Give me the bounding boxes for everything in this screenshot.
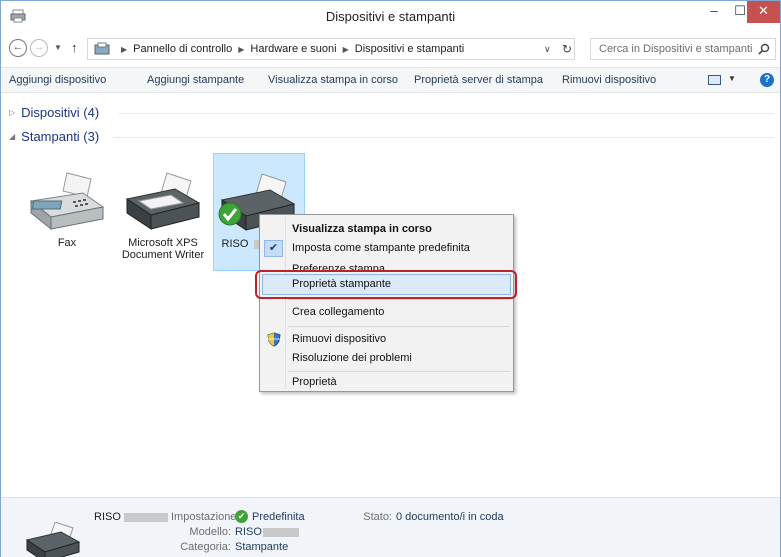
- breadcrumb-hardware-sound[interactable]: Hardware e suoni: [250, 43, 336, 55]
- context-menu: Visualizza stampa in corso ✔ Imposta com…: [259, 214, 514, 392]
- collapse-triangle-icon[interactable]: ◢: [9, 132, 15, 141]
- printer-icon: [125, 172, 201, 230]
- address-bar: ← → ▼ ↑ ▶ Pannello di controllo ▶ Hardwa…: [1, 34, 780, 64]
- add-device-button[interactable]: Aggiungi dispositivo: [9, 74, 106, 86]
- address-dropdown-chevron-icon[interactable]: ∨: [544, 44, 551, 55]
- setting-value: Predefinita: [252, 511, 305, 523]
- add-printer-button[interactable]: Aggiungi stampante: [147, 74, 244, 86]
- view-options-chevron-icon[interactable]: ▼: [728, 74, 736, 83]
- menu-item-troubleshoot[interactable]: Risoluzione dei problemi: [262, 348, 511, 369]
- menu-item-see-whats-printing[interactable]: Visualizza stampa in corso: [262, 219, 511, 240]
- menu-item-label: Rimuovi dispositivo: [292, 333, 387, 345]
- menu-separator: [288, 371, 510, 372]
- group-divider: [113, 137, 774, 138]
- change-view-icon[interactable]: [708, 75, 721, 85]
- breadcrumb-separator-icon[interactable]: ▶: [238, 45, 244, 54]
- model-value: RISO: [235, 526, 262, 538]
- printer-tile-fax[interactable]: Fax: [21, 153, 113, 271]
- help-icon[interactable]: ?: [760, 73, 774, 87]
- breadcrumb: ▶ Pannello di controllo ▶ Hardware e suo…: [115, 43, 464, 55]
- menu-item-create-shortcut[interactable]: Crea collegamento: [262, 302, 511, 323]
- setting-key: Impostazione:: [171, 511, 240, 523]
- group-printers[interactable]: ◢ Stampanti (3): [9, 127, 99, 145]
- checkmark-icon: ✔: [264, 240, 283, 257]
- printer-name: Microsoft XPS Document Writer: [121, 237, 205, 261]
- back-arrow-icon[interactable]: ←: [9, 39, 27, 57]
- printer-name: Fax: [57, 237, 77, 249]
- device-name: RISO: [94, 511, 121, 523]
- breadcrumb-separator-icon[interactable]: ▶: [343, 45, 349, 54]
- details-pane: RISO Impostazione: ✔ Predefinita Stato: …: [1, 497, 780, 557]
- group-devices[interactable]: ▷ Dispositivi (4): [9, 103, 99, 121]
- group-devices-label: Dispositivi (4): [21, 104, 100, 120]
- title-bar: Dispositivi e stampanti – ☐ ✕: [1, 1, 780, 31]
- menu-item-set-default[interactable]: ✔ Imposta come stampante predefinita: [262, 238, 511, 259]
- fax-machine-icon: [29, 172, 105, 231]
- breadcrumb-separator-icon[interactable]: ▶: [121, 45, 127, 54]
- menu-item-properties[interactable]: Proprietà: [262, 373, 511, 391]
- menu-item-label: Risoluzione dei problemi: [292, 352, 412, 364]
- printer-tile-xps[interactable]: Microsoft XPS Document Writer: [115, 153, 211, 271]
- category-key: Categoria:: [180, 541, 231, 553]
- category-value: Stampante: [235, 541, 289, 553]
- menu-item-label: Crea collegamento: [292, 306, 385, 318]
- refresh-icon[interactable]: ↻: [562, 42, 572, 56]
- command-bar: Aggiungi dispositivo Aggiungi stampante …: [1, 67, 780, 93]
- printer-icon: [25, 522, 81, 557]
- close-button[interactable]: ✕: [747, 1, 780, 23]
- menu-separator: [288, 299, 510, 300]
- menu-separator: [288, 326, 510, 327]
- menu-item-remove-device[interactable]: Rimuovi dispositivo: [262, 329, 511, 350]
- default-printer-check-icon: [218, 202, 242, 226]
- address-path[interactable]: ▶ Pannello di controllo ▶ Hardware e suo…: [87, 38, 575, 60]
- redacted-text: [263, 528, 299, 537]
- group-printers-label: Stampanti (3): [21, 128, 100, 144]
- breadcrumb-control-panel[interactable]: Pannello di controllo: [133, 43, 232, 55]
- recent-locations-chevron-icon[interactable]: ▼: [54, 43, 62, 52]
- menu-item-label: Proprietà: [292, 376, 337, 388]
- group-divider: [119, 113, 774, 114]
- remove-device-button[interactable]: Rimuovi dispositivo: [562, 74, 656, 86]
- redacted-text: [124, 513, 168, 522]
- search-placeholder: Cerca in Dispositivi e stampanti: [599, 43, 753, 55]
- minimize-button[interactable]: –: [701, 1, 727, 23]
- menu-item-label: Imposta come stampante predefinita: [292, 242, 470, 254]
- control-panel-icon: [94, 42, 110, 55]
- search-icon: [758, 43, 770, 55]
- menu-item-label: Visualizza stampa in corso: [292, 223, 432, 235]
- search-input[interactable]: Cerca in Dispositivi e stampanti: [590, 38, 776, 60]
- breadcrumb-devices-printers[interactable]: Dispositivi e stampanti: [355, 43, 464, 55]
- default-check-icon: ✔: [235, 510, 248, 523]
- up-arrow-icon[interactable]: ↑: [71, 40, 78, 55]
- devices-and-printers-window: Dispositivi e stampanti – ☐ ✕ ← → ▼ ↑ ▶ …: [0, 0, 781, 557]
- status-key: Stato:: [363, 511, 392, 523]
- model-key: Modello:: [189, 526, 231, 538]
- forward-arrow-icon[interactable]: →: [30, 39, 48, 57]
- see-whats-printing-button[interactable]: Visualizza stampa in corso: [268, 74, 398, 86]
- highlight-annotation: [255, 270, 517, 299]
- window-title: Dispositivi e stampanti: [325, 9, 456, 24]
- expand-triangle-icon[interactable]: ▷: [9, 108, 15, 117]
- status-value: 0 documento/i in coda: [396, 511, 504, 523]
- printer-name: RISO: [221, 238, 249, 250]
- uac-shield-icon: [267, 332, 281, 347]
- print-server-properties-button[interactable]: Proprietà server di stampa: [414, 74, 543, 86]
